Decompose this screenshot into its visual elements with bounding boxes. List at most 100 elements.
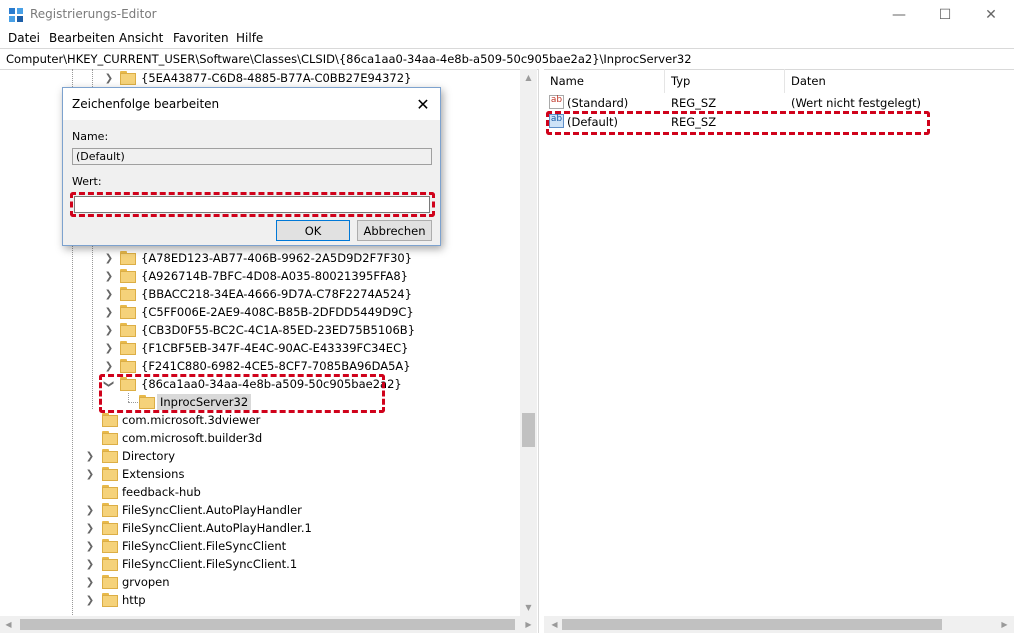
tree-vertical-scrollbar[interactable]: ▲ ▼	[520, 69, 537, 616]
scroll-left-icon[interactable]: ◀	[0, 616, 17, 633]
scroll-up-icon[interactable]: ▲	[520, 69, 537, 86]
values-hscroll-thumb[interactable]	[562, 619, 942, 630]
chevron-right-icon[interactable]: ❯	[104, 285, 114, 303]
menu-ansicht[interactable]: Ansicht	[119, 31, 163, 45]
tree-item[interactable]: ❯ {BBACC218-34EA-4666-9D7A-C78F2274A524}	[0, 285, 520, 303]
tree-item[interactable]: ❯ {5EA43877-C6D8-4885-B77A-C0BB27E94372}	[0, 69, 520, 87]
chevron-right-icon[interactable]: ❯	[85, 465, 95, 483]
column-header-type[interactable]: Typ	[665, 69, 785, 93]
tree-item[interactable]: ❯ {A926714B-7BFC-4D08-A035-80021395FFA8}	[0, 267, 520, 285]
column-header-name[interactable]: Name	[544, 69, 665, 93]
address-bar[interactable]: Computer\HKEY_CURRENT_USER\Software\Clas…	[0, 48, 1014, 70]
column-header-data[interactable]: Daten	[785, 69, 1014, 93]
menu-datei[interactable]: Datei	[8, 31, 40, 45]
tree-item-label: FileSyncClient.AutoPlayHandler.1	[122, 521, 312, 535]
name-label: Name:	[72, 130, 109, 143]
tree-item[interactable]: ❯ {A78ED123-AB77-406B-9962-2A5D9D2F7F30}	[0, 249, 520, 267]
menu-bar: Datei Bearbeiten Ansicht Favoriten Hilfe	[0, 29, 1014, 48]
folder-icon	[102, 557, 118, 571]
chevron-down-icon[interactable]: ❯	[100, 379, 118, 389]
tree-item-label: InprocServer32	[157, 394, 252, 410]
chevron-right-icon[interactable]: ❯	[85, 573, 95, 591]
tree-item-selected[interactable]: InprocServer32	[0, 393, 520, 411]
address-path[interactable]: Computer\HKEY_CURRENT_USER\Software\Clas…	[6, 52, 692, 66]
menu-favoriten[interactable]: Favoriten	[173, 31, 229, 45]
tree-item[interactable]: ❯ FileSyncClient.AutoPlayHandler.1	[0, 519, 520, 537]
folder-icon	[102, 575, 118, 589]
tree-item-label: {BBACC218-34EA-4666-9D7A-C78F2274A524}	[141, 287, 412, 301]
tree-item[interactable]: ❯ FileSyncClient.FileSyncClient	[0, 537, 520, 555]
tree-item[interactable]: ❯ FileSyncClient.FileSyncClient.1	[0, 555, 520, 573]
chevron-right-icon[interactable]: ❯	[104, 249, 114, 267]
tree-item-label: FileSyncClient.AutoPlayHandler	[122, 503, 302, 517]
tree-horizontal-scrollbar[interactable]: ◀ ▶	[0, 616, 537, 633]
tree-guide	[128, 402, 138, 403]
minimize-button[interactable]: —	[876, 0, 922, 29]
string-value-icon: ab	[549, 95, 564, 109]
tree-hscroll-thumb[interactable]	[20, 619, 515, 630]
tree-item-label: {C5FF006E-2AE9-408C-B85B-2DFDD5449D9C}	[141, 305, 414, 319]
edit-string-dialog[interactable]: Zeichenfolge bearbeiten ✕ Name: (Default…	[62, 87, 441, 246]
tree-item[interactable]: ❯ {F241C880-6982-4CE5-8CF7-7085BA96DA5A}	[0, 357, 520, 375]
tree-item-label: {F241C880-6982-4CE5-8CF7-7085BA96DA5A}	[141, 359, 411, 373]
chevron-right-icon[interactable]: ❯	[85, 591, 95, 609]
dialog-close-button[interactable]: ✕	[413, 94, 433, 114]
tree-item[interactable]: ❯ Directory	[0, 447, 520, 465]
cancel-button[interactable]: Abbrechen	[357, 220, 432, 241]
minimize-icon: —	[892, 6, 906, 23]
scroll-down-icon[interactable]: ▼	[520, 599, 537, 616]
tree-item[interactable]: ❯ http	[0, 591, 520, 609]
chevron-right-icon[interactable]: ❯	[85, 501, 95, 519]
folder-icon	[120, 251, 136, 265]
maximize-icon: ☐	[938, 6, 952, 23]
tree-item[interactable]: ❯ {C5FF006E-2AE9-408C-B85B-2DFDD5449D9C}	[0, 303, 520, 321]
chevron-right-icon[interactable]: ❯	[104, 321, 114, 339]
folder-icon	[102, 521, 118, 535]
menu-hilfe[interactable]: Hilfe	[236, 31, 263, 45]
values-horizontal-scrollbar[interactable]: ◀ ▶	[544, 616, 1014, 633]
chevron-right-icon[interactable]: ❯	[104, 339, 114, 357]
folder-icon	[120, 305, 136, 319]
value-name: (Default)	[567, 115, 618, 129]
value-list[interactable]: Name Typ Daten ab (Standard) REG_SZ (Wer…	[544, 69, 1014, 616]
folder-icon	[102, 485, 118, 499]
scroll-right-icon[interactable]: ▶	[520, 616, 537, 633]
value-input[interactable]	[74, 196, 430, 213]
tree-item-expanded[interactable]: ❯ {86ca1aa0-34aa-4e8b-a509-50c905bae2a2}	[0, 375, 520, 393]
folder-icon	[102, 431, 118, 445]
tree-item[interactable]: feedback-hub	[0, 483, 520, 501]
folder-icon	[120, 341, 136, 355]
chevron-right-icon[interactable]: ❯	[104, 69, 114, 87]
folder-icon	[102, 467, 118, 481]
folder-icon	[120, 71, 136, 85]
maximize-button[interactable]: ☐	[922, 0, 968, 29]
tree-item[interactable]: ❯ {CB3D0F55-BC2C-4C1A-85ED-23ED75B5106B}	[0, 321, 520, 339]
menu-bearbeiten[interactable]: Bearbeiten	[49, 31, 115, 45]
close-button[interactable]: ✕	[968, 0, 1014, 29]
chevron-right-icon[interactable]: ❯	[104, 267, 114, 285]
string-value-icon: ab	[549, 114, 564, 128]
value-row[interactable]: ab (Standard) REG_SZ (Wert nicht festgel…	[544, 94, 1014, 112]
tree-item[interactable]: ❯ grvopen	[0, 573, 520, 591]
chevron-right-icon[interactable]: ❯	[85, 537, 95, 555]
tree-item[interactable]: com.microsoft.builder3d	[0, 429, 520, 447]
scroll-right-icon[interactable]: ▶	[996, 616, 1013, 633]
tree-item[interactable]: com.microsoft.3dviewer	[0, 411, 520, 429]
chevron-right-icon[interactable]: ❯	[85, 519, 95, 537]
tree-item-label: {5EA43877-C6D8-4885-B77A-C0BB27E94372}	[141, 71, 412, 85]
tree-item[interactable]: ❯ FileSyncClient.AutoPlayHandler	[0, 501, 520, 519]
chevron-right-icon[interactable]: ❯	[85, 447, 95, 465]
tree-item[interactable]: ❯ {F1CBF5EB-347F-4E4C-90AC-E43339FC34EC}	[0, 339, 520, 357]
tree-item-label: com.microsoft.builder3d	[122, 431, 263, 445]
scroll-left-icon[interactable]: ◀	[546, 616, 563, 633]
window-title: Registrierungs-Editor	[30, 7, 157, 21]
value-row-selected[interactable]: ab (Default) REG_SZ	[544, 113, 1014, 131]
tree-item-label: {86ca1aa0-34aa-4e8b-a509-50c905bae2a2}	[141, 377, 402, 391]
chevron-right-icon[interactable]: ❯	[104, 357, 114, 375]
tree-scroll-thumb[interactable]	[522, 413, 535, 447]
chevron-right-icon[interactable]: ❯	[85, 555, 95, 573]
tree-item[interactable]: ❯ Extensions	[0, 465, 520, 483]
folder-icon	[120, 359, 136, 373]
chevron-right-icon[interactable]: ❯	[104, 303, 114, 321]
ok-button[interactable]: OK	[276, 220, 350, 241]
